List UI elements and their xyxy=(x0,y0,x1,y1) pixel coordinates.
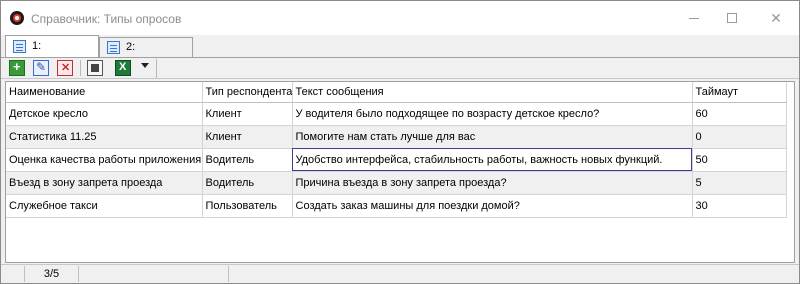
cell-message-text[interactable]: Помогите нам стать лучше для вас xyxy=(292,125,693,149)
minimize-icon xyxy=(689,18,699,19)
table-row-selected[interactable]: Оценка качества работы приложения Водите… xyxy=(6,148,787,172)
cell-name[interactable]: Детское кресло xyxy=(6,102,203,126)
app-logo-icon xyxy=(10,11,24,25)
close-button[interactable]: ✕ xyxy=(761,7,791,29)
tab-active[interactable]: 1: Активные xyxy=(5,35,99,72)
title-bar: Справочник: Типы опросов ✕ xyxy=(1,1,799,35)
cell-name[interactable]: Въезд в зону запрета проезда xyxy=(6,171,203,195)
cell-timeout[interactable]: 60 xyxy=(692,102,787,126)
cell-message-text-focused[interactable]: Удобство интерфейса, стабильность работы… xyxy=(292,148,693,172)
table-icon xyxy=(13,40,26,53)
tab-deleted[interactable]: 2: Удалённые xyxy=(99,37,193,71)
table-row[interactable]: Детское кресло Клиент У водителя было по… xyxy=(6,102,787,126)
main-window: Справочник: Типы опросов ✕ 1: Активные 2… xyxy=(0,0,800,284)
column-header-respondent-type[interactable]: Тип респондента xyxy=(202,82,293,103)
data-grid[interactable]: Наименование Тип респондента Текст сообщ… xyxy=(5,81,795,263)
toolbar-separator xyxy=(156,59,157,78)
window-title: Справочник: Типы опросов xyxy=(31,12,182,26)
cell-respondent-type[interactable]: Клиент xyxy=(202,125,293,149)
table-row[interactable]: Статистика 11.25 Клиент Помогите нам ста… xyxy=(6,125,787,149)
cell-timeout[interactable]: 30 xyxy=(692,194,787,218)
cell-name[interactable]: Статистика 11.25 xyxy=(6,125,203,149)
cell-message-text[interactable]: Причина въезда в зону запрета проезда? xyxy=(292,171,693,195)
cell-respondent-type[interactable]: Водитель xyxy=(202,148,293,172)
column-header-timeout[interactable]: Таймаут xyxy=(692,82,787,103)
table-row[interactable]: Служебное такси Пользователь Создать зак… xyxy=(6,194,787,218)
status-cell xyxy=(1,266,25,282)
cell-name[interactable]: Служебное такси xyxy=(6,194,203,218)
properties-icon[interactable] xyxy=(87,60,103,76)
maximize-button[interactable] xyxy=(717,7,747,29)
cell-timeout[interactable]: 50 xyxy=(692,148,787,172)
dropdown-arrow-icon[interactable] xyxy=(141,63,149,68)
tab-bar: 1: Активные 2: Удалённые xyxy=(1,35,799,72)
toolbar-separator xyxy=(80,60,81,76)
cell-respondent-type[interactable]: Пользователь xyxy=(202,194,293,218)
close-icon: ✕ xyxy=(770,10,782,26)
column-header-message-text[interactable]: Текст сообщения xyxy=(292,82,693,103)
column-header-name[interactable]: Наименование xyxy=(6,82,203,103)
record-position: 3/5 xyxy=(25,266,79,282)
survey-types-table: Наименование Тип респондента Текст сообщ… xyxy=(6,82,787,218)
cell-name[interactable]: Оценка качества работы приложения xyxy=(6,148,203,172)
cell-timeout[interactable]: 0 xyxy=(692,125,787,149)
excel-export-icon[interactable] xyxy=(115,60,131,76)
table-icon xyxy=(107,41,120,54)
edit-icon[interactable] xyxy=(33,60,49,76)
toolbar xyxy=(1,57,799,79)
maximize-icon xyxy=(727,13,737,23)
cell-message-text[interactable]: Создать заказ машины для поездки домой? xyxy=(292,194,693,218)
table-row[interactable]: Въезд в зону запрета проезда Водитель Пр… xyxy=(6,171,787,195)
status-cell xyxy=(79,266,229,282)
minimize-button[interactable] xyxy=(678,7,708,29)
cell-timeout[interactable]: 5 xyxy=(692,171,787,195)
cell-respondent-type[interactable]: Водитель xyxy=(202,171,293,195)
cell-message-text[interactable]: У водителя было подходящее по возрасту д… xyxy=(292,102,693,126)
header-row: Наименование Тип респондента Текст сообщ… xyxy=(6,82,787,103)
status-bar: 3/5 xyxy=(1,264,799,283)
cell-respondent-type[interactable]: Клиент xyxy=(202,102,293,126)
delete-icon[interactable] xyxy=(57,60,73,76)
add-icon[interactable] xyxy=(9,59,25,76)
